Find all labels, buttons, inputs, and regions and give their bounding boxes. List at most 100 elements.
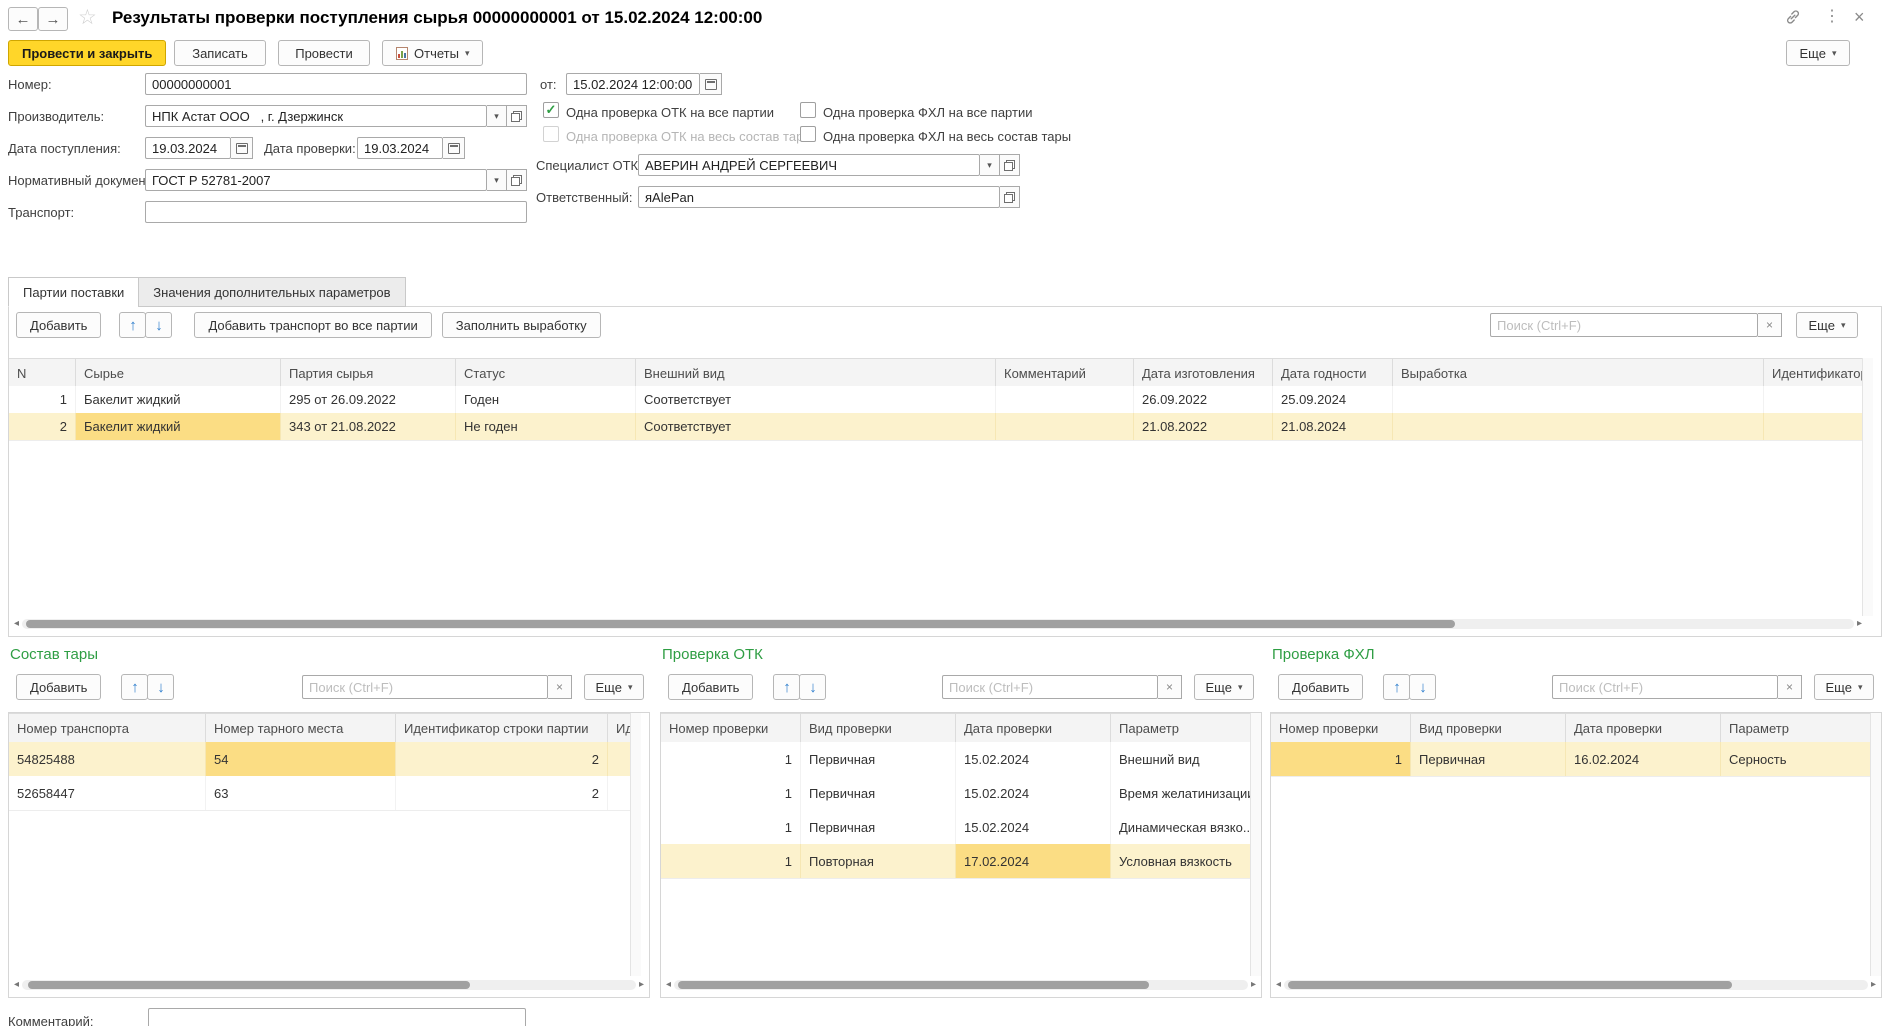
otk-specialist-open-button[interactable] xyxy=(1000,154,1020,176)
fill-output-button[interactable]: Заполнить выработку xyxy=(442,312,601,338)
checkbox-fhl-all-batches-label[interactable]: Одна проверка ФХЛ на все партии xyxy=(823,105,1032,120)
doc-date-input[interactable] xyxy=(566,73,700,95)
table-row-selected[interactable]: 1 Повторная 17.02.2024 Условная вязкость xyxy=(661,844,1250,879)
forward-button[interactable]: → xyxy=(38,7,68,31)
tare-move-up-button[interactable]: ↑ xyxy=(121,674,148,700)
scroll-right-icon[interactable]: ▸ xyxy=(1251,980,1256,990)
window-more-button[interactable]: Еще▾ xyxy=(1786,40,1850,66)
scroll-left-icon[interactable]: ◂ xyxy=(666,980,671,990)
checkbox-fhl-all-tare[interactable]: ✓ xyxy=(800,126,816,142)
table-row[interactable]: 1 Первичная 15.02.2024 Время желатинизац… xyxy=(661,776,1250,811)
receipt-date-input[interactable] xyxy=(145,137,231,159)
normative-doc-open-button[interactable] xyxy=(507,169,527,191)
favorite-star-icon[interactable]: ☆ xyxy=(78,5,97,30)
column-header[interactable]: Идентификатор с xyxy=(1764,359,1862,387)
scroll-right-icon[interactable]: ▸ xyxy=(1857,619,1862,629)
responsible-input[interactable] xyxy=(638,186,1000,208)
column-header[interactable]: Вид проверки xyxy=(1411,714,1566,742)
transport-input[interactable] xyxy=(145,201,527,223)
table-row[interactable]: 1 Первичная 15.02.2024 Внешний вид xyxy=(661,742,1250,777)
kebab-menu-icon[interactable]: ⋮ xyxy=(1824,9,1840,25)
fhl-vertical-scrollbar[interactable] xyxy=(1870,713,1881,976)
column-header[interactable]: Параметр xyxy=(1111,714,1250,742)
write-button[interactable]: Записать xyxy=(174,40,266,66)
scroll-left-icon[interactable]: ◂ xyxy=(14,980,19,990)
post-and-close-button[interactable]: Провести и закрыть xyxy=(8,40,166,66)
batches-vertical-scrollbar[interactable] xyxy=(1862,358,1873,616)
tab-batches[interactable]: Партии поставки xyxy=(8,277,139,307)
fhl-move-up-button[interactable]: ↑ xyxy=(1383,674,1410,700)
column-header[interactable]: Номер проверки xyxy=(1271,714,1411,742)
scrollbar-thumb[interactable] xyxy=(26,620,1455,628)
fhl-move-down-button[interactable]: ↓ xyxy=(1409,674,1436,700)
check-date-calendar-button[interactable] xyxy=(443,137,465,159)
tare-add-button[interactable]: Добавить xyxy=(16,674,101,700)
scrollbar-thumb[interactable] xyxy=(1288,981,1732,989)
manufacturer-open-button[interactable] xyxy=(507,105,527,127)
column-header[interactable]: Дата проверки xyxy=(1566,714,1721,742)
reports-button[interactable]: Отчеты ▾ xyxy=(382,40,483,66)
scroll-right-icon[interactable]: ▸ xyxy=(1871,980,1876,990)
scroll-left-icon[interactable]: ◂ xyxy=(14,619,19,629)
fhl-horizontal-scrollbar[interactable]: ◂ ▸ xyxy=(1276,978,1876,992)
checkbox-otk-all-batches-label[interactable]: Одна проверка ОТК на все партии xyxy=(566,105,774,120)
checkbox-otk-all-batches[interactable]: ✓ xyxy=(543,102,559,118)
add-transport-all-batches-button[interactable]: Добавить транспорт во все партии xyxy=(194,312,431,338)
back-button[interactable]: ← xyxy=(8,7,38,31)
otk-search-input[interactable] xyxy=(942,675,1158,699)
number-input[interactable] xyxy=(145,73,527,95)
scrollbar-thumb[interactable] xyxy=(28,981,470,989)
otk-search-clear-button[interactable]: × xyxy=(1158,675,1182,699)
normative-doc-dropdown-button[interactable]: ▾ xyxy=(487,169,507,191)
responsible-open-button[interactable] xyxy=(1000,186,1020,208)
comment-input[interactable] xyxy=(148,1008,526,1026)
normative-doc-input[interactable] xyxy=(145,169,487,191)
tare-more-button[interactable]: Еще▾ xyxy=(584,674,644,700)
fhl-search-clear-button[interactable]: × xyxy=(1778,675,1802,699)
scroll-left-icon[interactable]: ◂ xyxy=(1276,980,1281,990)
column-header[interactable]: Статус xyxy=(456,359,636,387)
column-header[interactable]: Номер транспорта xyxy=(9,714,206,742)
otk-move-up-button[interactable]: ↑ xyxy=(773,674,800,700)
tab-extra-params[interactable]: Значения дополнительных параметров xyxy=(138,277,405,307)
doc-date-calendar-button[interactable] xyxy=(700,73,722,95)
batches-search-input[interactable] xyxy=(1490,313,1758,337)
column-header[interactable]: Номер тарного места xyxy=(206,714,396,742)
scroll-right-icon[interactable]: ▸ xyxy=(639,980,644,990)
manufacturer-input[interactable] xyxy=(145,105,487,127)
table-row-selected[interactable]: 1 Первичная 16.02.2024 Серность xyxy=(1271,742,1870,777)
fhl-add-button[interactable]: Добавить xyxy=(1278,674,1363,700)
batches-move-down-button[interactable]: ↓ xyxy=(145,312,172,338)
column-header[interactable]: Параметр xyxy=(1721,714,1870,742)
column-header[interactable]: Выработка xyxy=(1393,359,1764,387)
column-header[interactable]: Дата годности xyxy=(1273,359,1393,387)
fhl-more-button[interactable]: Еще▾ xyxy=(1814,674,1874,700)
checkbox-fhl-all-batches[interactable]: ✓ xyxy=(800,102,816,118)
column-header[interactable]: Дата изготовления xyxy=(1134,359,1273,387)
checkbox-fhl-all-tare-label[interactable]: Одна проверка ФХЛ на весь состав тары xyxy=(823,129,1071,144)
column-header[interactable]: Дата проверки xyxy=(956,714,1111,742)
manufacturer-dropdown-button[interactable]: ▾ xyxy=(487,105,507,127)
table-row-selected[interactable]: 2 Бакелит жидкий 343 от 21.08.2022 Не го… xyxy=(9,413,1862,441)
column-header[interactable]: Внешний вид xyxy=(636,359,996,387)
scrollbar-thumb[interactable] xyxy=(678,981,1149,989)
receipt-date-calendar-button[interactable] xyxy=(231,137,253,159)
table-row[interactable]: 1 Бакелит жидкий 295 от 26.09.2022 Годен… xyxy=(9,386,1862,414)
tare-move-down-button[interactable]: ↓ xyxy=(147,674,174,700)
fhl-search-input[interactable] xyxy=(1552,675,1778,699)
otk-move-down-button[interactable]: ↓ xyxy=(799,674,826,700)
otk-vertical-scrollbar[interactable] xyxy=(1250,713,1261,976)
table-row[interactable]: 1 Первичная 15.02.2024 Динамическая вязк… xyxy=(661,810,1250,845)
link-icon[interactable] xyxy=(1784,8,1802,29)
batches-more-button[interactable]: Еще▾ xyxy=(1796,312,1858,338)
column-header[interactable]: Сырье xyxy=(76,359,281,387)
column-header[interactable]: Идентификатор строки партии xyxy=(396,714,608,742)
batches-add-button[interactable]: Добавить xyxy=(16,312,101,338)
otk-more-button[interactable]: Еще▾ xyxy=(1194,674,1254,700)
tare-vertical-scrollbar[interactable] xyxy=(630,713,641,976)
batches-horizontal-scrollbar[interactable]: ◂ ▸ xyxy=(14,617,1862,631)
close-icon[interactable]: × xyxy=(1854,8,1865,26)
tare-search-input[interactable] xyxy=(302,675,548,699)
column-header[interactable]: Вид проверки xyxy=(801,714,956,742)
column-header[interactable]: Партия сырья xyxy=(281,359,456,387)
